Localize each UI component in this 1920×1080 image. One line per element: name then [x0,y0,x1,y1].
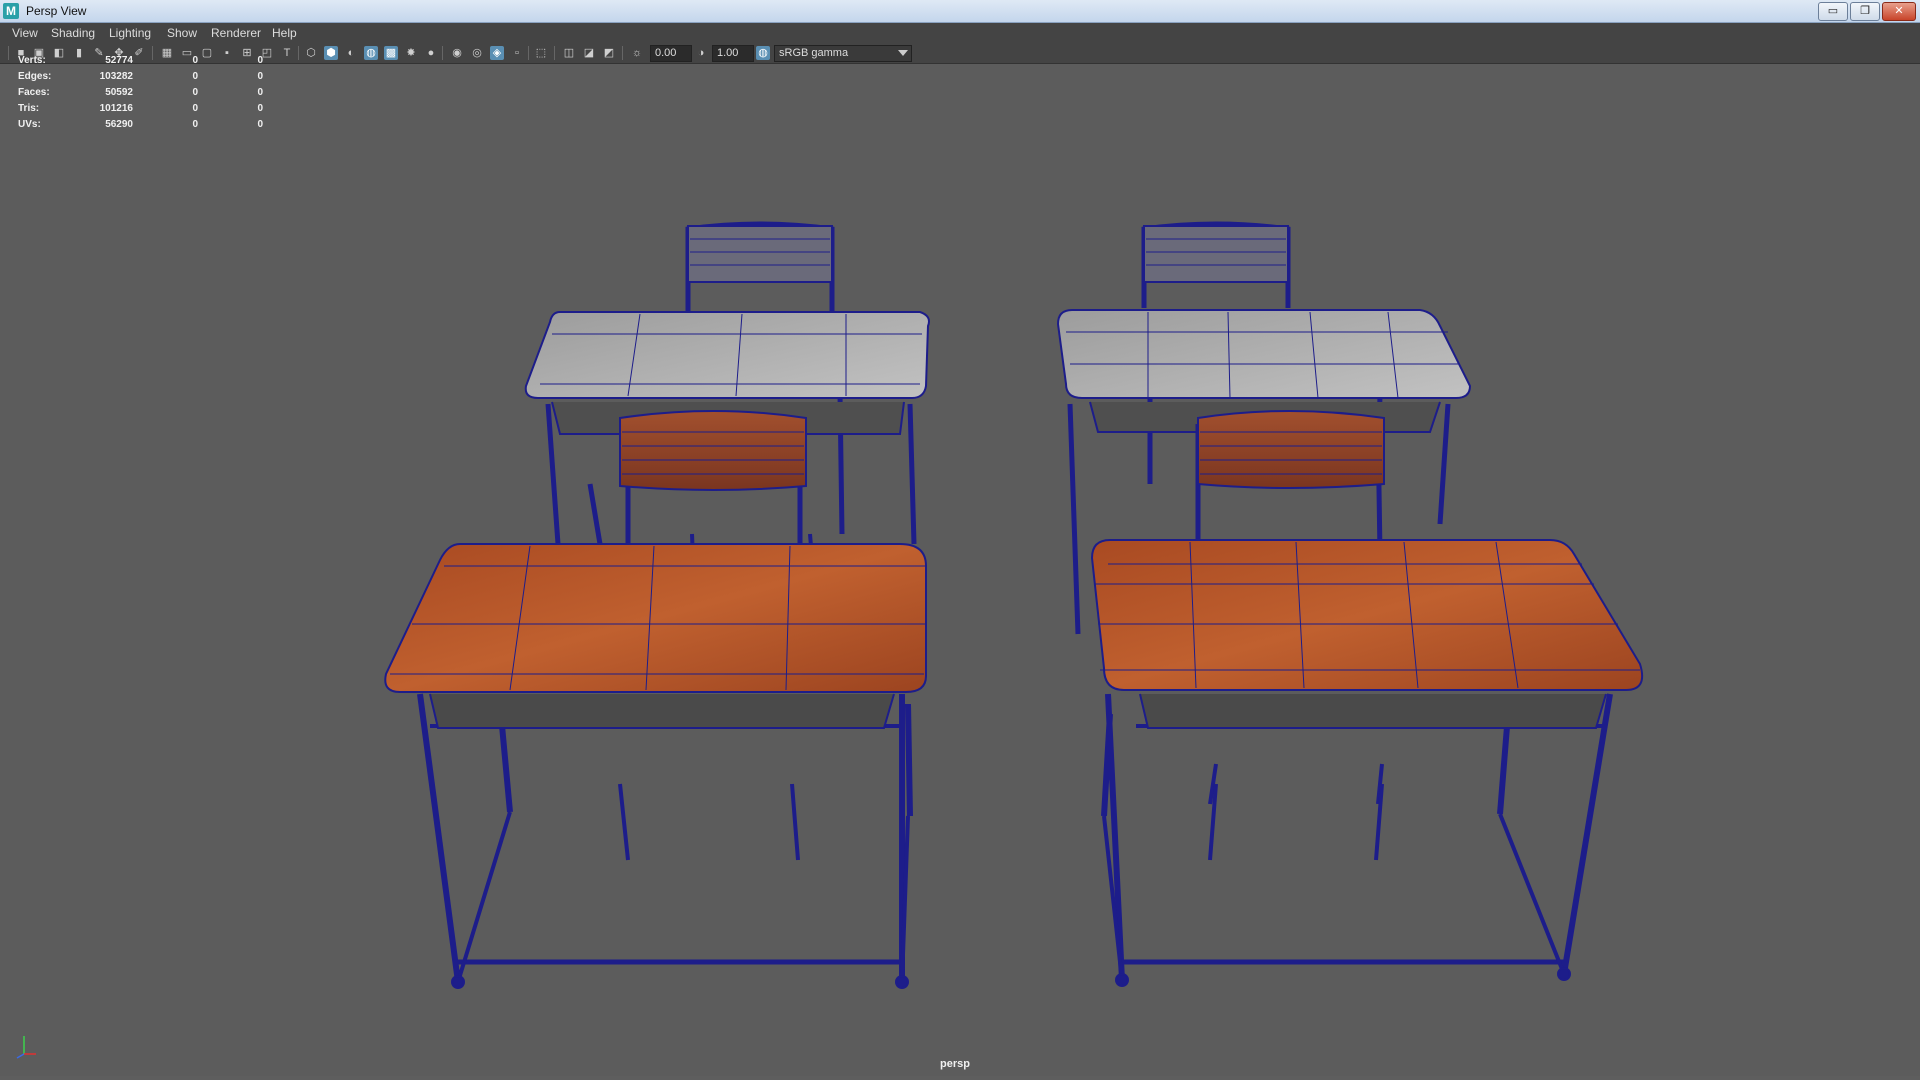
motion-blur-icon[interactable]: ◎ [470,46,484,60]
window-title: Persp View [26,4,87,18]
toolbar-separator [622,46,623,60]
depth-of-field-icon[interactable]: ▫ [510,46,524,60]
hud-value: 101216 [99,103,133,114]
hud-value: 0 [257,71,263,82]
isolate-select-icon[interactable]: ⬚ [534,46,548,60]
3d-viewport[interactable]: Verts: 52774 0 0 Edges: 103282 0 0 Faces… [0,55,1920,1076]
scene-render [384,221,1644,989]
hud-value: 0 [257,103,263,114]
menu-show[interactable]: Show [167,26,197,40]
hud-value: 0 [192,71,198,82]
use-default-material-icon[interactable]: ◐ [344,46,358,60]
menu-lighting[interactable]: Lighting [109,26,151,40]
hud-value: 52774 [105,55,133,66]
view-transform-value: sRGB gamma [779,47,849,59]
toolbar-separator [554,46,555,60]
title-bar: M Persp View ▭ ❐ ✕ [0,0,1920,23]
hud-row-verts: Verts: 52774 0 0 [0,55,270,71]
hud-value: 56290 [105,119,133,130]
hud-label: Tris: [18,103,40,114]
hud-label: UVs: [18,119,41,130]
menu-help[interactable]: Help [272,26,297,40]
view-axis-icon [16,1036,36,1059]
exposure-icon[interactable]: ☼ [630,46,644,60]
use-all-lights-icon[interactable]: ✸ [404,46,418,60]
hud-row-edges: Edges: 103282 0 0 [0,71,270,87]
hud-value: 0 [257,55,263,66]
xray-components-icon[interactable]: ◩ [602,46,616,60]
hud-row-faces: Faces: 50592 0 0 [0,87,270,103]
hud-label: Faces: [18,87,50,98]
toolbar-separator [528,46,529,60]
safe-title-icon[interactable]: T [280,46,294,60]
front-right-desk [1090,539,1644,987]
hud-row-tris: Tris: 101216 0 0 [0,103,270,119]
hud-value: 0 [257,119,263,130]
hud-value: 0 [192,55,198,66]
toolbar-separator [298,46,299,60]
minimize-button[interactable]: ▭ [1818,2,1848,21]
back-left-desk [524,221,930,545]
hud-label: Edges: [18,71,52,82]
hud-value: 0 [257,87,263,98]
toolbar-separator [442,46,443,60]
smooth-shade-icon[interactable]: ⬢ [324,46,338,60]
menu-bar: View Shading Lighting Show Renderer Help [0,23,1920,43]
menu-shading[interactable]: Shading [51,26,95,40]
xray-icon[interactable]: ◫ [562,46,576,60]
restore-button[interactable]: ❐ [1850,2,1880,21]
textured-icon[interactable]: ▩ [384,46,398,60]
hud-row-uvs: UVs: 56290 0 0 [0,119,270,135]
gamma-field[interactable]: 1.00 [712,45,754,62]
menu-renderer[interactable]: Renderer [211,26,261,40]
hud-value: 103282 [99,71,133,82]
exposure-field[interactable]: 0.00 [650,45,692,62]
chevron-down-icon [898,50,908,56]
menu-view[interactable]: View [12,26,38,40]
hud-value: 0 [192,87,198,98]
hud-value: 50592 [105,87,133,98]
hud-label: Verts: [18,55,46,66]
front-left-desk [384,543,927,989]
close-button[interactable]: ✕ [1882,2,1916,21]
maya-window: M Persp View ▭ ❐ ✕ View Shading Lighting… [0,0,1920,1080]
shadows-icon[interactable]: ● [424,46,438,60]
hud-value: 0 [192,103,198,114]
camera-name-label: persp [940,1058,970,1070]
xray-joints-icon[interactable]: ◪ [582,46,596,60]
wireframe-on-shaded-icon[interactable]: ◍ [364,46,378,60]
view-transform-dropdown[interactable]: sRGB gamma [774,45,912,62]
color-management-icon[interactable]: ◍ [756,46,770,60]
wireframe-icon[interactable]: ⬡ [304,46,318,60]
maya-app-icon: M [3,3,19,19]
viewport-toolbar: ■ ▣ ◧ ▮ ✎ ✥ ✐ ▦ ▭ ▢ ▪ ⊞ ◰ T ⬡ ⬢ ◐ ◍ ▩ ✸ … [0,43,1920,64]
gamma-icon[interactable]: ◑ [694,46,708,60]
anti-aliasing-icon[interactable]: ◈ [490,46,504,60]
hud-value: 0 [192,119,198,130]
screen-space-ao-icon[interactable]: ◉ [450,46,464,60]
